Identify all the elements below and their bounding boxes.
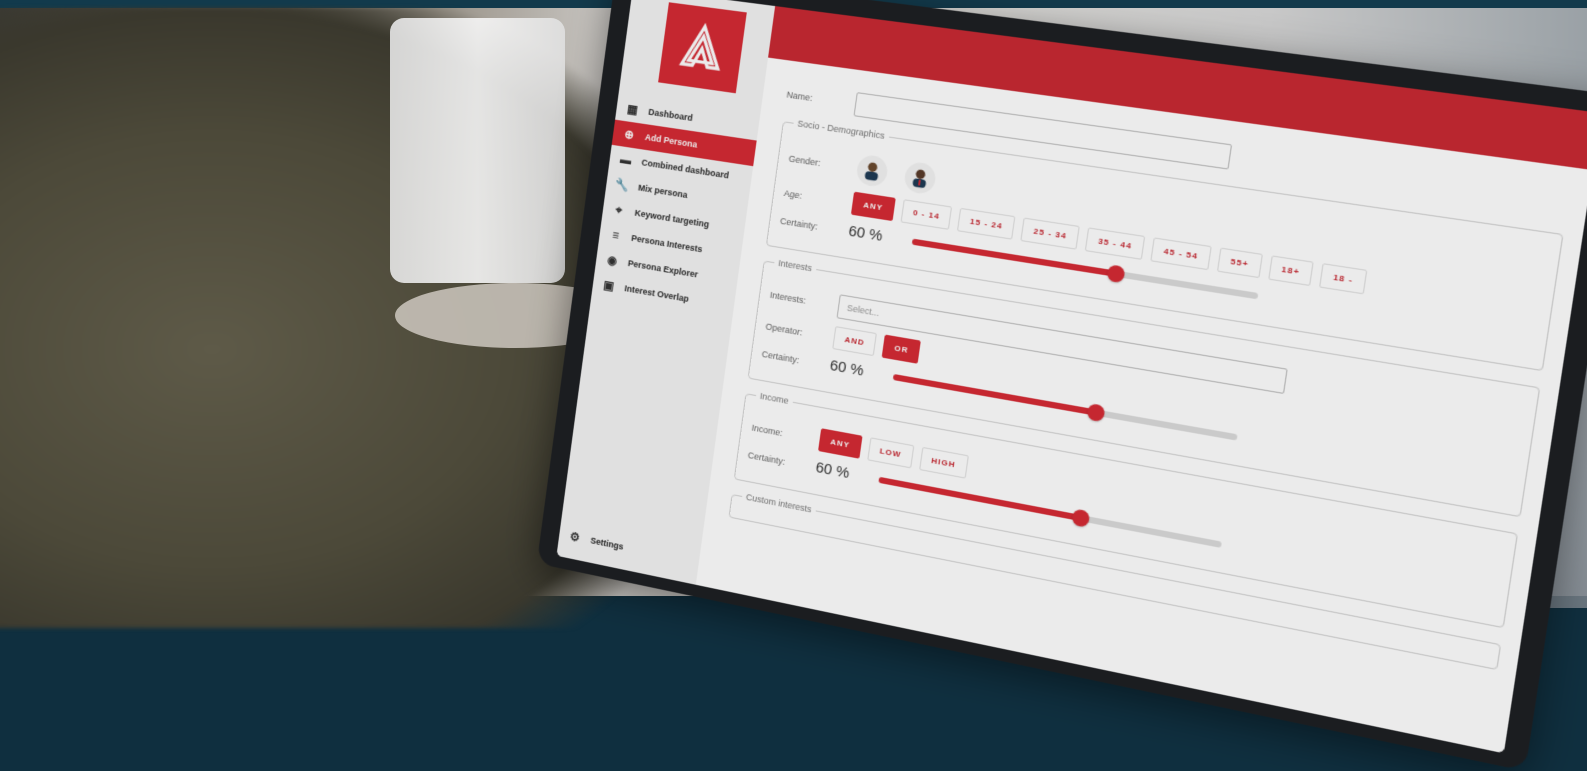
income-chip-any[interactable]: ANY [818,428,863,459]
operator-chip-or[interactable]: OR [881,334,922,364]
name-label: Name: [785,89,814,104]
certainty-value: 60 % [847,222,884,245]
add-persona-icon: ⊕ [623,127,635,143]
certainty-label: Certainty: [761,348,800,365]
sidebar-item-label: Keyword targeting [634,207,710,230]
certainty-value: 60 % [814,458,851,483]
app-logo[interactable] [658,2,747,94]
age-chip-15-24[interactable]: 15 - 24 [957,207,1016,240]
wrench-icon: 🔧 [614,177,631,193]
add-persona-form: Name: Socio - Demographics Gender: Age: … [719,75,1571,746]
age-chip-25-34[interactable]: 25 - 34 [1020,217,1080,250]
operator-chip-group: AND OR [832,326,922,364]
operator-label: Operator: [765,320,804,338]
sidebar-menu: ▦ Dashboard ⊕ Add Persona ▬ Combined das… [591,94,760,319]
certainty-value: 60 % [828,356,865,380]
interests-legend: Interests [777,257,813,274]
male-avatar[interactable] [902,160,938,196]
slider-knob[interactable] [1106,263,1126,283]
age-chip-18-minus[interactable]: 18 - [1319,263,1368,295]
settings-link[interactable]: ⚙ Settings [568,529,625,554]
sidebar-item-label: Persona Explorer [627,258,699,280]
age-chip-55-plus[interactable]: 55+ [1216,247,1263,279]
explorer-icon: ◉ [606,252,618,268]
income-label: Income: [751,422,784,438]
income-chip-high[interactable]: HIGH [918,446,969,479]
logo-mark-icon [672,17,733,79]
age-chip-45-54[interactable]: 45 - 54 [1150,237,1212,271]
interests-icon: ≡ [611,227,620,243]
sidebar-item-label: Mix persona [637,182,689,201]
slider-knob[interactable] [1086,402,1106,422]
overlap-icon: ▣ [602,277,616,294]
laptop: ▦ Dashboard ⊕ Add Persona ▬ Combined das… [536,0,1587,771]
female-icon [864,161,879,182]
sidebar-item-label: Dashboard [647,106,694,124]
slider-knob[interactable] [1071,507,1091,528]
gender-label: Gender: [788,153,822,169]
age-label: Age: [783,187,803,201]
sidebar-item-label: Interest Overlap [623,283,690,304]
dashboard-icon: ▦ [626,101,639,117]
app-screen: ▦ Dashboard ⊕ Add Persona ▬ Combined das… [556,0,1587,754]
certainty-label: Certainty: [779,215,819,232]
income-chip-low[interactable]: LOW [867,437,914,469]
keyword-icon: ⌖ [615,202,624,217]
interests-placeholder: Select... [846,302,880,319]
age-chip-any[interactable]: ANY [850,191,896,222]
age-chip-0-14[interactable]: 0 - 14 [900,199,953,230]
age-chip-18-plus[interactable]: 18+ [1267,255,1314,287]
male-icon [912,169,927,189]
combined-dashboard-icon: ▬ [619,152,633,168]
sidebar-item-label: Add Persona [644,132,698,150]
sidebar-item-label: Persona Interests [630,232,704,255]
operator-chip-and[interactable]: AND [832,326,878,357]
gender-options [855,153,938,196]
interests-label: Interests: [769,289,807,306]
age-chip-35-44[interactable]: 35 - 44 [1084,227,1146,260]
settings-label: Settings [589,535,625,552]
income-legend: Income [759,390,790,406]
coffee-cup [390,18,565,283]
female-avatar[interactable] [855,153,890,189]
socio-legend: Socio - Demographics [796,118,886,141]
custom-interests-legend: Custom interests [745,491,813,515]
certainty-label: Certainty: [747,449,786,467]
gear-icon: ⚙ [569,529,581,545]
main-area: Name: Socio - Demographics Gender: Age: … [695,6,1587,754]
